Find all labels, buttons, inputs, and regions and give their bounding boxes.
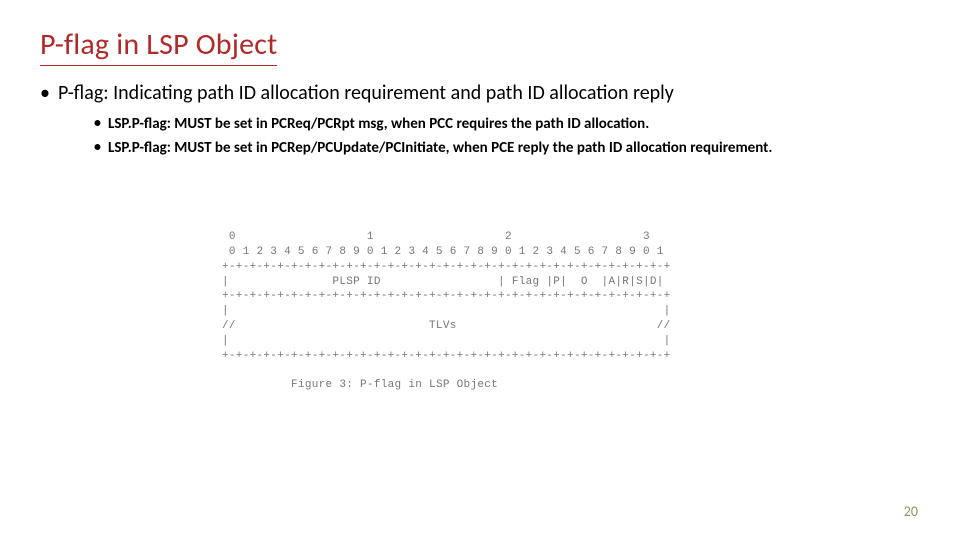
sub1-text: LSP.P-flag: MUST be set in PCReq/PCRpt m… bbox=[108, 115, 649, 133]
fig-caption: Figure 3: P-flag in LSP Object bbox=[291, 379, 498, 391]
sub2-text: LSP.P-flag: MUST be set in PCRep/PCUpdat… bbox=[108, 139, 772, 157]
bullet-level2: LSP.P-flag: MUST be set in PCRep/PCUpdat… bbox=[94, 138, 920, 158]
fig-divider-open: +-+-+-+-+-+-+-+-+-+-+-+-+-+-+-+-+-+-+-+-… bbox=[222, 350, 671, 362]
slide: P-flag in LSP Object P-flag: Indicating … bbox=[0, 0, 960, 540]
fig-row-tlv: // TLVs // bbox=[222, 320, 671, 332]
fig-row-tlv-blank: | | bbox=[222, 305, 671, 317]
fig-header-nums: 0 1 2 3 bbox=[222, 231, 650, 243]
fig-row-tlv-blank: | | bbox=[222, 335, 671, 347]
fig-row-plsp: | PLSP ID | Flag |P| O |A|R|S|D| bbox=[222, 276, 664, 288]
ascii-figure: 0 1 2 3 0 1 2 3 4 5 6 7 8 9 0 1 2 3 4 5 … bbox=[222, 230, 742, 393]
page-number: 20 bbox=[904, 503, 918, 520]
bullet-level2: LSP.P-flag: MUST be set in PCReq/PCRpt m… bbox=[94, 114, 920, 134]
bullet-level1: P-flag: Indicating path ID allocation re… bbox=[36, 80, 920, 106]
fig-divider: +-+-+-+-+-+-+-+-+-+-+-+-+-+-+-+-+-+-+-+-… bbox=[222, 290, 671, 302]
bullet1-text: P-flag: Indicating path ID allocation re… bbox=[58, 81, 674, 105]
slide-title: P-flag in LSP Object bbox=[40, 26, 277, 66]
fig-divider: +-+-+-+-+-+-+-+-+-+-+-+-+-+-+-+-+-+-+-+-… bbox=[222, 261, 671, 273]
bullet-list: P-flag: Indicating path ID allocation re… bbox=[36, 80, 920, 163]
sub-bullet-group: LSP.P-flag: MUST be set in PCReq/PCRpt m… bbox=[36, 114, 920, 159]
fig-bit-nums: 0 1 2 3 4 5 6 7 8 9 0 1 2 3 4 5 6 7 8 9 … bbox=[222, 246, 664, 258]
